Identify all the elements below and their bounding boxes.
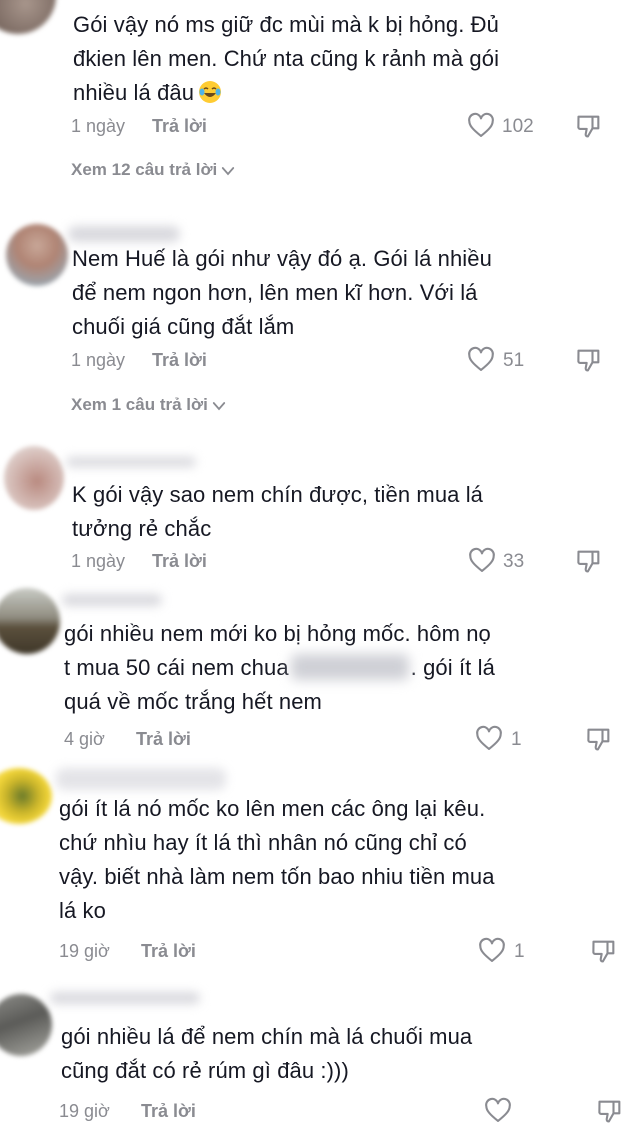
chevron-down-icon [212,401,225,410]
username-blurred [50,992,200,1004]
username-blurred [66,457,196,467]
username-blurred [68,226,180,242]
like-count: 1 [514,941,525,962]
heart-outline-icon[interactable] [467,112,495,140]
comment-time: 1 ngày [71,116,126,136]
heart-outline-icon[interactable] [475,725,503,753]
comment-time: 19 giờ [59,1101,110,1121]
comment-meta: 1 ngày Trả lời 51 [0,346,640,376]
thumbs-down-outline-icon[interactable] [585,725,613,753]
thumbs-down-outline-icon[interactable] [590,937,618,965]
thumbs-down-outline-icon[interactable] [596,1097,624,1125]
comment-meta: 1 ngày Trả lời 33 [0,547,640,577]
comment-text: gói ít lá nó mốc ko lên men các ông lại … [59,796,495,923]
username-blurred [62,594,162,606]
like-count: 1 [511,729,522,750]
heart-outline-icon[interactable] [468,547,496,575]
reply-button[interactable]: Trả lời [152,350,207,371]
reply-button[interactable]: Trả lời [141,941,196,962]
avatar[interactable] [0,768,52,824]
comment-text: Nem Huế là gói như vậy đó ạ. Gói lá nhiề… [72,246,492,339]
chevron-down-icon [222,166,235,175]
avatar[interactable] [0,588,60,654]
heart-outline-icon[interactable] [478,937,506,965]
avatar[interactable] [4,446,64,510]
comment-text: K gói vậy sao nem chín được, tiền mua lá… [72,482,484,541]
reply-button[interactable]: Trả lời [136,729,191,750]
reply-button[interactable]: Trả lời [141,1101,196,1122]
comment-time: 1 ngày [71,551,126,571]
heart-outline-icon[interactable] [467,346,495,374]
comment-time: 19 giờ [59,941,110,961]
comment-meta: 1 ngày Trả lời 102 [0,112,640,142]
comment-time: 4 giờ [64,729,105,749]
comment-text: gói nhiều lá để nem chín mà lá chuối mua… [61,1024,473,1083]
like-count: 51 [503,350,525,371]
comment-meta: 4 giờ Trả lời 1 [0,725,640,755]
view-replies-button[interactable]: Xem 1 câu trả lời [71,395,228,415]
avatar[interactable] [6,224,68,286]
avatar[interactable] [0,0,56,34]
comment-meta: 19 giờ Trả lời [0,1097,640,1127]
reply-button[interactable]: Trả lời [152,116,207,137]
thumbs-down-outline-icon[interactable] [575,547,603,575]
comment-text: Gói vậy nó ms giữ đc mùi mà k bị hỏng. Đ… [73,12,500,105]
username-blurred [56,768,226,790]
view-replies-button[interactable]: Xem 12 câu trả lời [71,160,237,180]
thumbs-down-outline-icon[interactable] [575,346,603,374]
comment-time: 1 ngày [71,350,126,370]
face-with-tears-of-joy-icon [199,81,222,103]
reply-button[interactable]: Trả lời [152,551,207,572]
avatar[interactable] [0,994,52,1056]
comment-meta: 19 giờ Trả lời 1 [0,937,640,967]
like-count: 33 [503,551,525,572]
blurred-text [290,654,409,680]
heart-outline-icon[interactable] [484,1097,512,1125]
comment-text: gói nhiều nem mới ko bị hỏng mốc. hôm nọ… [64,621,495,714]
like-count: 102 [502,116,534,137]
thumbs-down-outline-icon[interactable] [575,112,603,140]
